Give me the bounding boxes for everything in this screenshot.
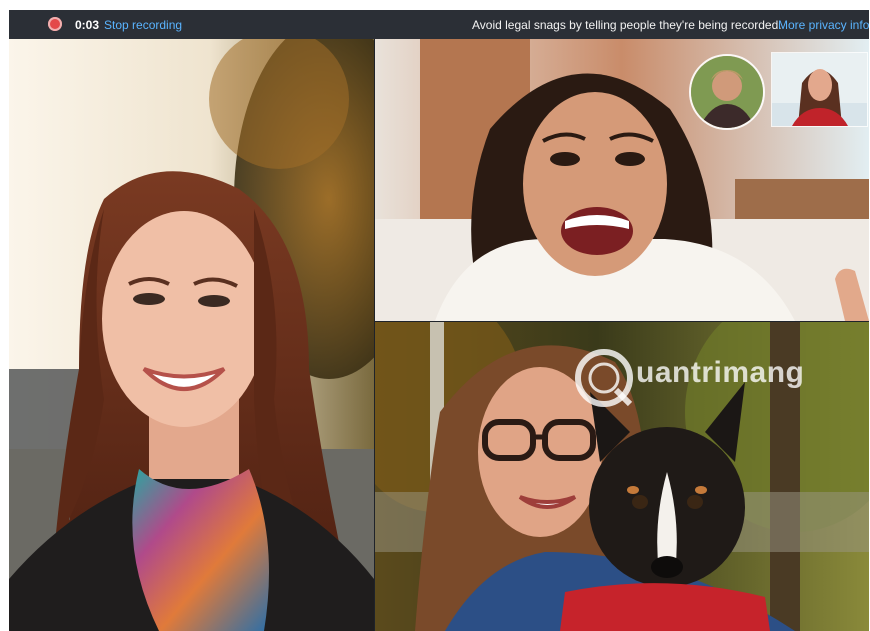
call-window: 0:03 Stop recording Avoid legal snags by… [9,10,869,631]
record-icon [48,17,62,31]
participant-thumbnail[interactable] [689,54,765,130]
recording-timer: 0:03 [75,18,100,32]
recording-notice: Avoid legal snags by telling people they… [472,18,782,32]
watermark-text: uantrimang [636,356,805,389]
watermark: uantrimang [574,348,864,408]
recording-bar: 0:03 Stop recording Avoid legal snags by… [9,10,869,39]
participant-video-left[interactable] [9,39,374,631]
stop-recording-link[interactable]: Stop recording [104,18,182,32]
self-preview[interactable] [771,52,868,127]
watermark-logo-icon [575,349,633,407]
privacy-info-link[interactable]: More privacy info [778,18,869,32]
